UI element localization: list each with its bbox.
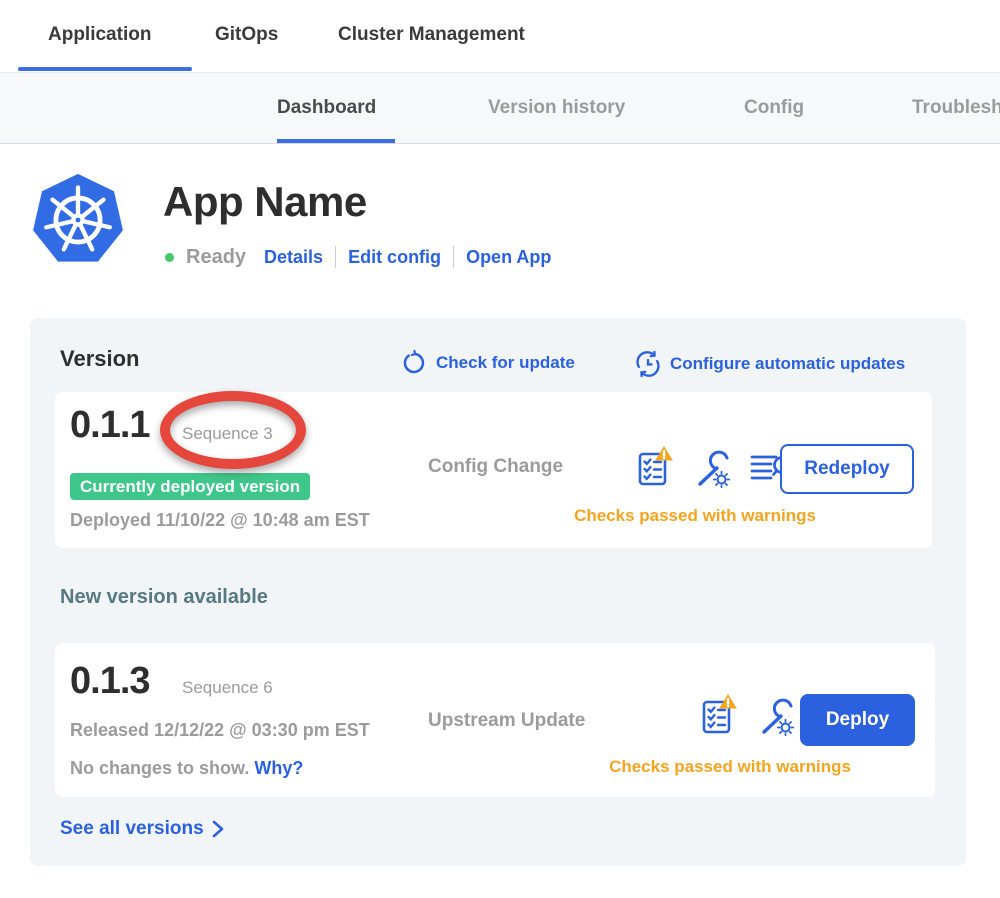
configure-auto-updates-button[interactable]: Configure automatic updates	[634, 350, 905, 378]
configure-auto-updates-label: Configure automatic updates	[670, 354, 905, 374]
released-timestamp: Released 12/12/22 @ 03:30 pm EST	[70, 720, 370, 741]
edit-config-link[interactable]: Edit config	[348, 247, 441, 268]
check-for-update-label: Check for update	[436, 353, 575, 373]
chevron-right-icon	[212, 820, 224, 838]
top-nav: Application GitOps Cluster Management	[0, 0, 1000, 72]
status-badge: Ready	[186, 246, 246, 269]
wrench-gear-icon[interactable]	[754, 693, 796, 737]
refresh-icon	[402, 350, 428, 376]
new-version-heading: New version available	[60, 586, 268, 609]
tab-config[interactable]: Config	[744, 97, 804, 119]
redeploy-button[interactable]: Redeploy	[780, 444, 914, 494]
page-title: App Name	[163, 178, 367, 226]
auto-update-clock-icon	[634, 350, 662, 378]
app-status-row: Ready Details Edit config Open App	[165, 244, 551, 270]
kubernetes-logo-icon	[30, 172, 126, 268]
available-version-sequence: Sequence 6	[182, 678, 273, 698]
check-for-update-button[interactable]: Check for update	[402, 350, 575, 376]
current-version-sequence: Sequence 3	[182, 424, 273, 444]
active-subtab-underline	[277, 139, 395, 143]
current-version-number: 0.1.1	[70, 404, 150, 447]
available-version-icons	[698, 693, 796, 737]
available-version-number: 0.1.3	[70, 660, 150, 703]
app-dashboard-page: Application GitOps Cluster Management Da…	[0, 0, 1000, 898]
currently-deployed-badge: Currently deployed version	[70, 473, 310, 500]
available-source-label: Upstream Update	[428, 710, 585, 732]
current-checks-status: Checks passed with warnings	[505, 506, 885, 526]
tab-version-history[interactable]: Version history	[488, 97, 625, 119]
wrench-gear-icon[interactable]	[690, 445, 732, 489]
tab-application[interactable]: Application	[48, 24, 151, 46]
divider	[453, 246, 454, 268]
status-dot-icon	[165, 253, 174, 262]
version-card-title: Version	[60, 346, 139, 372]
deploy-button[interactable]: Deploy	[800, 694, 915, 746]
see-all-versions-link[interactable]: See all versions	[60, 818, 224, 840]
tab-gitops[interactable]: GitOps	[215, 24, 278, 46]
tab-cluster-management[interactable]: Cluster Management	[338, 24, 525, 46]
preflight-checks-icon[interactable]	[634, 445, 674, 489]
sub-nav: Dashboard Version history Config Trouble…	[0, 72, 1000, 144]
details-link[interactable]: Details	[264, 247, 323, 268]
active-tab-underline	[18, 67, 192, 71]
tab-troubleshoot[interactable]: Troubleshoot	[912, 97, 1000, 119]
current-version-icons	[634, 445, 794, 489]
no-changes-label: No changes to show.	[70, 758, 249, 778]
no-changes-text: No changes to show. Why?	[70, 758, 303, 779]
why-link[interactable]: Why?	[254, 758, 303, 778]
divider	[335, 246, 336, 268]
current-source-label: Config Change	[428, 456, 563, 478]
preflight-checks-icon[interactable]	[698, 693, 738, 737]
open-app-link[interactable]: Open App	[466, 247, 551, 268]
see-all-versions-label: See all versions	[60, 818, 204, 840]
deployed-timestamp: Deployed 11/10/22 @ 10:48 am EST	[70, 510, 370, 531]
available-checks-status: Checks passed with warnings	[545, 757, 915, 777]
tab-dashboard[interactable]: Dashboard	[277, 97, 376, 119]
